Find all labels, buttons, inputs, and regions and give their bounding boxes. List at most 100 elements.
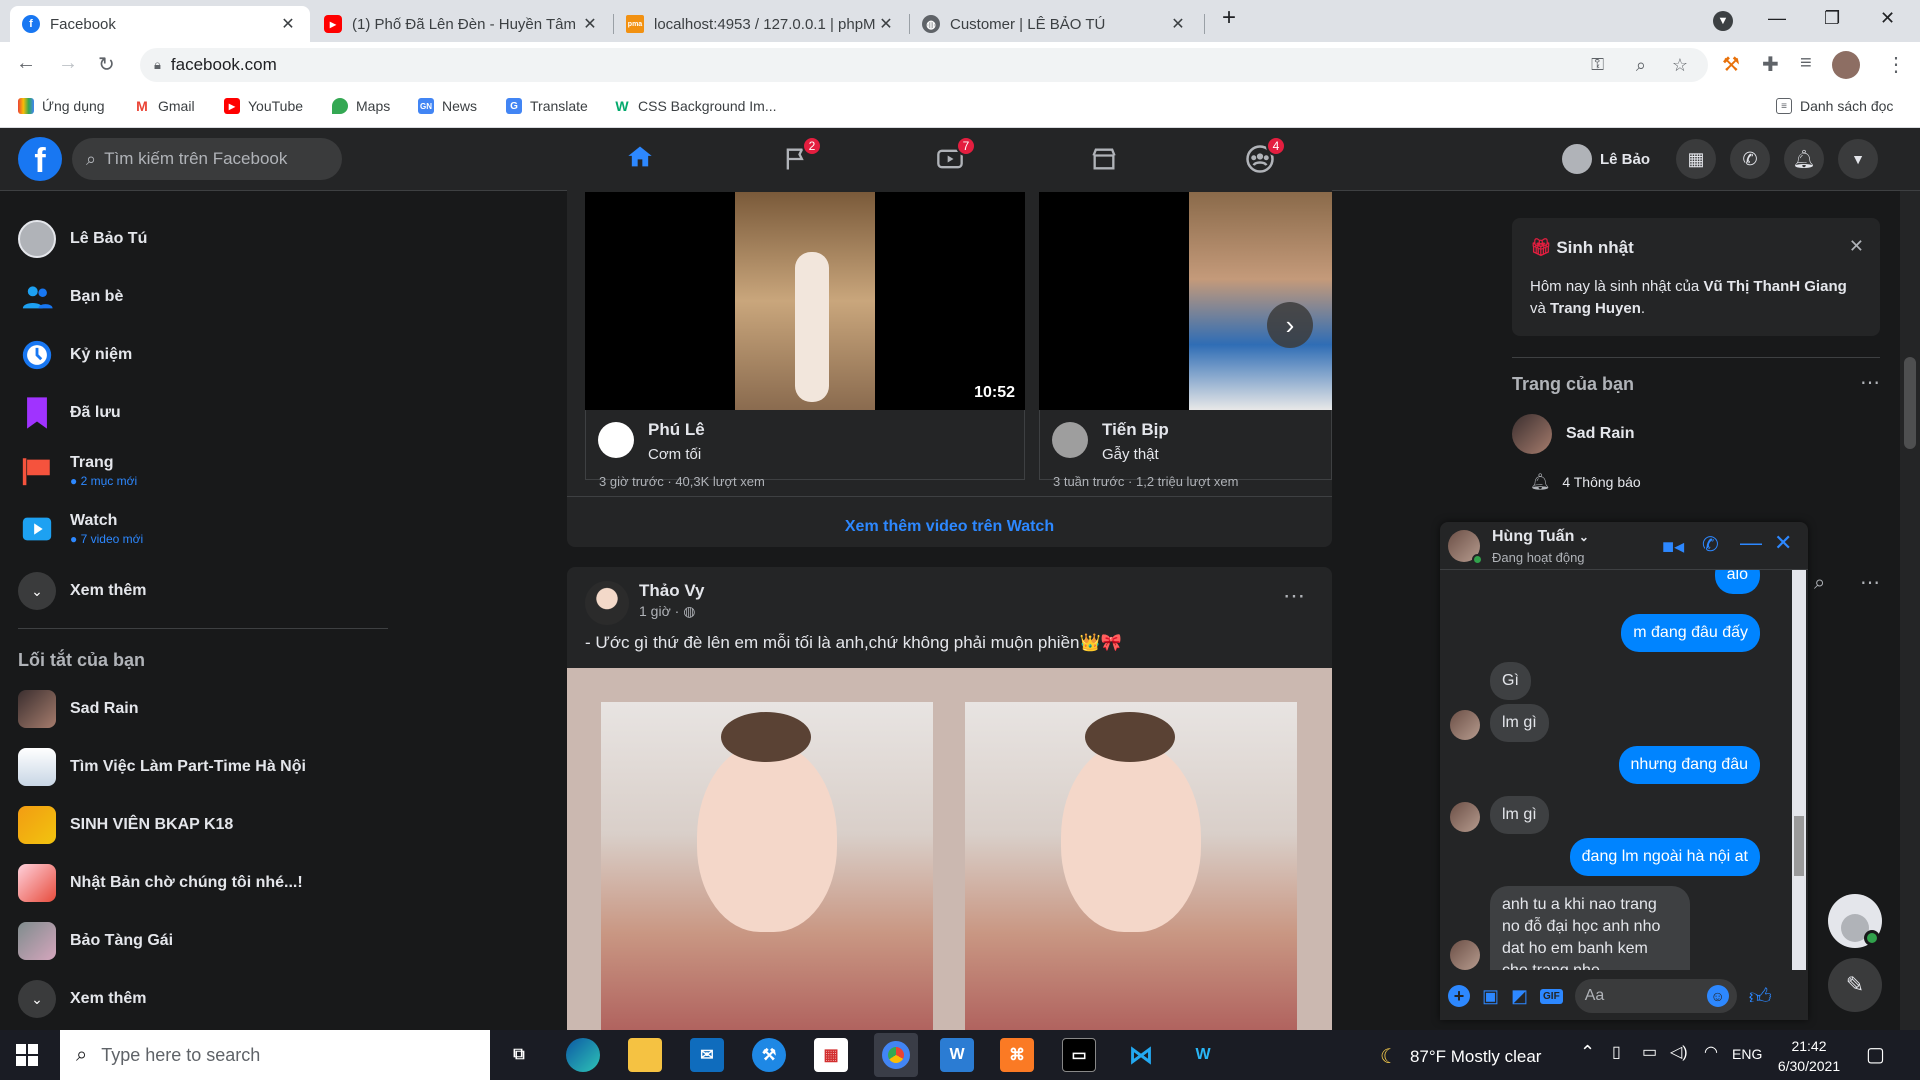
taskbar-search-box[interactable]: ⌕ Type here to search bbox=[60, 1030, 490, 1080]
notifications-bell-icon[interactable]: 🔔︎ bbox=[1784, 139, 1824, 179]
menu-grid-icon[interactable]: ▦ bbox=[1676, 139, 1716, 179]
reading-list-button[interactable]: ≡ Danh sách đọc bbox=[1776, 98, 1893, 114]
bookmark-star-icon[interactable]: ☆ bbox=[1672, 55, 1688, 76]
battery-icon[interactable]: ▭ bbox=[1642, 1042, 1657, 1062]
edge-browser-icon[interactable] bbox=[566, 1038, 600, 1072]
new-tab-button[interactable]: + bbox=[1222, 4, 1236, 32]
close-icon[interactable]: ✕ bbox=[1849, 236, 1864, 257]
file-explorer-icon[interactable] bbox=[628, 1038, 662, 1072]
facebook-logo-icon[interactable]: f bbox=[18, 137, 62, 181]
page-scrollbar[interactable] bbox=[1900, 191, 1920, 1030]
author-avatar[interactable] bbox=[585, 581, 629, 625]
account-dropdown-icon[interactable]: ▼ bbox=[1838, 139, 1878, 179]
bookmark-youtube[interactable]: ▶ YouTube bbox=[224, 98, 303, 114]
xampp-icon[interactable]: ⌘ bbox=[1000, 1038, 1034, 1072]
tab-search-icon[interactable]: ▼ bbox=[1713, 11, 1733, 31]
back-icon[interactable]: ← bbox=[16, 52, 36, 75]
vscode-icon[interactable]: ⋈ bbox=[1124, 1038, 1158, 1072]
bookmark-news[interactable]: GN News bbox=[418, 98, 477, 114]
bookmark-gmail[interactable]: M Gmail bbox=[134, 98, 195, 114]
media-control-icon[interactable]: ≡ bbox=[1800, 52, 1812, 75]
chat-scrollbar[interactable] bbox=[1792, 570, 1806, 970]
puzzle-extensions-icon[interactable]: ✚ bbox=[1762, 52, 1779, 77]
windows-start-icon[interactable] bbox=[16, 1044, 38, 1066]
task-view-icon[interactable]: ⧉ bbox=[502, 1038, 536, 1072]
sidebar-see-more[interactable]: ⌄ Xem thêm bbox=[18, 572, 398, 610]
messenger-icon[interactable]: ✆ bbox=[1730, 139, 1770, 179]
network-tool-icon[interactable]: ⚒ bbox=[752, 1038, 786, 1072]
scrollbar-thumb[interactable] bbox=[1794, 816, 1804, 876]
bookmark-apps[interactable]: Ứng dụng bbox=[18, 98, 105, 114]
notification-center-icon[interactable]: ▢ bbox=[1866, 1042, 1885, 1067]
extension-icon[interactable]: ⚒ bbox=[1722, 52, 1740, 77]
chat-contact-name[interactable]: Hùng Tuấn ⌄ bbox=[1492, 528, 1589, 546]
bookmark-translate[interactable]: G Translate bbox=[506, 98, 588, 114]
page-notifications[interactable]: 🔔︎ 4 Thông báo bbox=[1530, 472, 1641, 492]
shortcut-sad-rain[interactable]: Sad Rain bbox=[18, 690, 398, 728]
key-icon[interactable]: ⚿ bbox=[1591, 55, 1604, 75]
emoji-icon[interactable]: ☺ bbox=[1706, 985, 1729, 1007]
close-tab-icon[interactable]: ✕ bbox=[580, 14, 600, 34]
shortcuts-see-more[interactable]: ⌄ Xem thêm bbox=[18, 980, 398, 1018]
address-bar[interactable]: 🔒︎ facebook.com ⚿ ⌕ ☆ bbox=[140, 48, 1708, 82]
app-grid-icon[interactable]: ▦ bbox=[814, 1038, 848, 1072]
contacts-search-icon[interactable]: ⌕ bbox=[1814, 572, 1825, 595]
volume-icon[interactable]: ◁) bbox=[1670, 1042, 1688, 1062]
minimize-icon[interactable]: — bbox=[1768, 8, 1786, 29]
close-tab-icon[interactable]: ✕ bbox=[278, 14, 298, 34]
menu-kebab-icon[interactable]: ⋮ bbox=[1886, 52, 1906, 77]
sidebar-item-memories[interactable]: Kỷ niệm bbox=[18, 336, 398, 374]
device-icon[interactable]: ▯ bbox=[1612, 1042, 1621, 1062]
bookmark-maps[interactable]: Maps bbox=[332, 98, 390, 114]
shortcut-part-time-job[interactable]: Tìm Việc Làm Part-Time Hà Nội bbox=[18, 748, 398, 786]
tab-customer[interactable]: ◍ Customer | LÊ BẢO TÚ ✕ bbox=[910, 6, 1200, 42]
post-time[interactable]: 1 giờ · bbox=[639, 603, 683, 619]
tab-facebook[interactable]: f Facebook ✕ bbox=[10, 6, 310, 42]
close-tab-icon[interactable]: ✕ bbox=[1168, 14, 1188, 34]
pages-more-options-icon[interactable]: ⋯ bbox=[1860, 370, 1880, 395]
photo-icon[interactable]: ▣ bbox=[1482, 986, 1499, 1007]
facebook-search-input[interactable]: ⌕ Tìm kiếm trên Facebook bbox=[72, 138, 342, 180]
wifi-icon[interactable]: ◠ bbox=[1704, 1042, 1718, 1062]
zoom-icon[interactable]: ⌕ bbox=[1636, 55, 1646, 76]
tab-youtube[interactable]: ▶ (1) Phố Đã Lên Đèn - Huyền Tâm ✕ bbox=[312, 6, 612, 42]
tab-phpmyadmin[interactable]: pma localhost:4953 / 127.0.0.1 | phpM ✕ bbox=[614, 6, 908, 42]
sidebar-item-watch[interactable]: Watch ● 7 video mới bbox=[18, 510, 398, 548]
video-thumbnail[interactable]: 10:52 bbox=[585, 192, 1025, 410]
post-more-options-icon[interactable]: ⋯ bbox=[1283, 583, 1305, 609]
weather-widget[interactable]: ☾ 87°F Mostly clear bbox=[1380, 1044, 1541, 1069]
chrome-icon[interactable] bbox=[874, 1033, 918, 1077]
restore-icon[interactable]: ❐ bbox=[1824, 8, 1840, 29]
gif-icon[interactable]: GIF bbox=[1540, 988, 1563, 1004]
message-input[interactable]: Aa ☺ bbox=[1574, 979, 1737, 1013]
post-photo[interactable] bbox=[567, 668, 1332, 1030]
see-more-watch-link[interactable]: Xem thêm video trên Watch bbox=[567, 518, 1332, 536]
add-plus-icon[interactable]: + bbox=[1448, 985, 1470, 1007]
forward-icon[interactable]: → bbox=[58, 52, 78, 75]
mail-icon[interactable]: ✉ bbox=[690, 1038, 724, 1072]
post-author[interactable]: Thảo Vy bbox=[639, 581, 705, 601]
terminal-icon[interactable]: ▭ bbox=[1062, 1038, 1096, 1072]
chevron-up-icon[interactable]: ⌃ bbox=[1580, 1042, 1595, 1063]
bookmark-css-background[interactable]: W CSS Background Im... bbox=[614, 98, 777, 114]
new-message-compose-icon[interactable]: ✎ bbox=[1828, 958, 1882, 1012]
input-language[interactable]: ENG bbox=[1732, 1046, 1762, 1062]
shortcut-bkap-k18[interactable]: SINH VIÊN BKAP K18 bbox=[18, 806, 398, 844]
minimize-chat-icon[interactable]: — bbox=[1740, 530, 1762, 556]
birthday-person-2[interactable]: Trang Huyen bbox=[1550, 300, 1641, 317]
shortcut-bao-tang-gai[interactable]: Bảo Tàng Gái bbox=[18, 922, 398, 960]
reload-icon[interactable]: ↻ bbox=[98, 52, 115, 77]
sidebar-item-profile[interactable]: Lê Bảo Tú bbox=[18, 220, 398, 258]
profile-shortcut[interactable]: Lê Bảo bbox=[1560, 143, 1660, 175]
sidebar-item-saved[interactable]: Đã lưu bbox=[18, 394, 398, 432]
close-chat-icon[interactable]: ✕ bbox=[1774, 530, 1792, 556]
chevron-right-icon[interactable]: › bbox=[1267, 302, 1313, 348]
sidebar-item-friends[interactable]: Bạn bè bbox=[18, 278, 398, 316]
video-info[interactable]: Phú Lê Cơm tối bbox=[585, 410, 1025, 480]
video-info[interactable]: Tiến Bịp Gẫy thật bbox=[1039, 410, 1332, 480]
thumbs-up-like-icon[interactable]: 👍︎ bbox=[1749, 983, 1772, 1010]
sidebar-item-pages[interactable]: Trang ● 2 mục mới bbox=[18, 452, 398, 490]
close-window-icon[interactable]: ✕ bbox=[1880, 8, 1895, 29]
phone-call-icon[interactable]: ✆ bbox=[1702, 532, 1719, 557]
contacts-more-options-icon[interactable]: ⋯ bbox=[1860, 570, 1880, 595]
